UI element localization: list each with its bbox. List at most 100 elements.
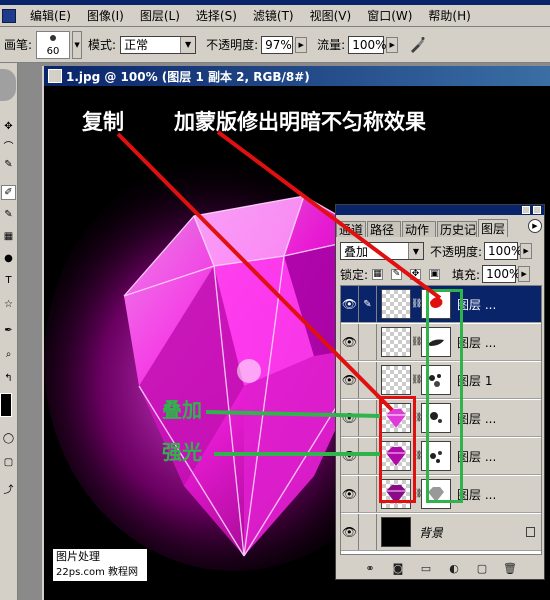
menu-select[interactable]: 选择(S) <box>188 7 245 24</box>
paintbrush-icon[interactable]: ✎ <box>359 286 377 322</box>
brush-size: 60 <box>46 45 60 57</box>
layer-opacity-input[interactable]: 100% <box>484 242 522 260</box>
palette-menu-arrow-icon[interactable]: ▶ <box>528 219 542 233</box>
layer-thumbnail <box>381 289 411 319</box>
menu-filter[interactable]: 滤镜(T) <box>245 7 302 24</box>
opacity-slider-arrow-icon[interactable]: ▶ <box>295 36 308 53</box>
mode-label: 模式: <box>88 38 117 52</box>
toolbox: ✥ ⌒ ✎ ✐ ✎ ▦ ● T ☆ ✒ ⌕ ↰ ◯ ▢ ⤴ <box>0 63 18 600</box>
watermark-line1: 图片处理 <box>56 550 100 563</box>
lock-transparency-icon[interactable]: ▦ <box>372 268 384 280</box>
photoshop-window: 编辑(E) 图像(I) 图层(L) 选择(S) 滤镜(T) 视图(V) 窗口(W… <box>0 0 550 600</box>
link-chain-icon: ⛓ <box>411 299 423 309</box>
slice-tool-icon[interactable]: ✎ <box>1 157 16 172</box>
document-title-bar[interactable]: 1.jpg @ 100% (图层 1 副本 2, RGB/8#) <box>44 66 550 86</box>
eye-icon[interactable]: 👁 <box>341 476 359 512</box>
flow-slider-arrow-icon[interactable]: ▶ <box>386 36 399 53</box>
palette-minimize-icon[interactable] <box>522 206 530 214</box>
annotation-mask: 加蒙版修出明暗不匀称效果 <box>174 110 426 134</box>
eyedropper-tool-icon[interactable]: ✒ <box>1 323 16 338</box>
eye-icon[interactable]: 👁 <box>341 438 359 474</box>
brush-preset-picker[interactable]: 60 <box>36 30 71 59</box>
layer-name: 背景 <box>419 525 444 540</box>
blend-opacity-row: 叠加 ▼ 不透明度: 100% ▶ <box>340 241 542 261</box>
adjustment-layer-icon[interactable]: ◐ <box>447 561 461 575</box>
layer-row-background[interactable]: 👁 背景 <box>341 514 541 551</box>
lock-label: 锁定: <box>340 267 369 282</box>
brush-tool-icon[interactable]: ✐ <box>1 185 16 200</box>
document-title: 1.jpg @ 100% (图层 1 副本 2, RGB/8#) <box>66 69 310 84</box>
eye-icon[interactable]: 👁 <box>341 324 359 360</box>
tab-actions[interactable]: 动作 <box>402 221 436 237</box>
fill-label: 填充: <box>452 267 481 282</box>
menu-image[interactable]: 图像(I) <box>79 7 132 24</box>
tab-layers[interactable]: 图层 <box>478 219 508 237</box>
tab-channels[interactable]: 通道 <box>336 221 366 237</box>
empty-slot[interactable] <box>359 438 377 474</box>
gradient-tool-icon[interactable]: ▦ <box>1 229 16 244</box>
empty-slot[interactable] <box>359 400 377 436</box>
palette-tabs: 通道 路径 动作 历史记 图层 <box>336 217 544 237</box>
type-tool-icon[interactable]: T <box>1 273 16 288</box>
link-layers-icon[interactable]: ⚭ <box>363 561 377 575</box>
lock-pixels-icon[interactable]: ✎ <box>391 268 403 280</box>
brush-tip-icon <box>50 34 57 41</box>
blend-mode-value: 叠加 <box>344 244 369 259</box>
screen-mode-icon[interactable]: ▢ <box>1 455 16 470</box>
empty-slot[interactable] <box>359 324 377 360</box>
tab-history[interactable]: 历史记 <box>437 221 477 237</box>
fill-input[interactable]: 100% <box>482 265 520 283</box>
brush-dropdown-arrow-icon[interactable]: ▼ <box>72 30 83 59</box>
new-layer-icon[interactable]: ▢ <box>475 561 489 575</box>
delete-layer-icon[interactable]: 🗑 <box>503 561 517 575</box>
fill-arrow-icon[interactable]: ▶ <box>518 266 531 282</box>
brush-label: 画笔: <box>4 38 33 52</box>
eye-icon[interactable]: 👁 <box>341 400 359 436</box>
menu-edit[interactable]: 编辑(E) <box>22 7 79 24</box>
empty-slot[interactable] <box>359 514 377 550</box>
flow-input[interactable]: 100% <box>348 35 387 54</box>
move-tool-icon[interactable]: ✥ <box>1 119 16 134</box>
opacity-input[interactable]: 97% <box>261 35 294 54</box>
eye-icon[interactable]: 👁 <box>341 514 359 550</box>
lock-position-icon[interactable]: ✥ <box>410 268 422 280</box>
menu-layer[interactable]: 图层(L) <box>132 7 188 24</box>
palette-title-bar[interactable] <box>336 205 544 215</box>
tab-paths[interactable]: 路径 <box>367 221 401 237</box>
jump-to-imageready-icon[interactable]: ⤴ <box>1 481 16 496</box>
empty-slot[interactable] <box>359 476 377 512</box>
blend-mode-select[interactable]: 叠加 ▼ <box>340 242 424 260</box>
thumbnail-highlight-box <box>379 396 416 503</box>
empty-slot[interactable] <box>359 362 377 398</box>
eye-icon[interactable]: 👁 <box>341 286 359 322</box>
link-chain-icon: ⛓ <box>411 337 423 347</box>
lock-all-icon[interactable]: ▣ <box>429 268 441 280</box>
add-mask-icon[interactable]: ◙ <box>391 561 405 575</box>
flow-label: 流量: <box>317 38 346 52</box>
shape-tool-icon[interactable]: ☆ <box>1 297 16 312</box>
mode-select[interactable]: 正常 ▼ <box>120 35 197 54</box>
swap-colors-icon[interactable]: ↰ <box>1 371 16 386</box>
zoom-tool-icon[interactable]: ⌕ <box>1 347 16 362</box>
dodge-tool-icon[interactable]: ● <box>1 251 16 266</box>
layer-thumbnail <box>381 517 411 547</box>
palette-close-icon[interactable] <box>533 206 541 214</box>
menu-help[interactable]: 帮助(H) <box>420 7 478 24</box>
link-chain-icon: ⛓ <box>411 375 423 385</box>
lasso-tool-icon[interactable]: ⌒ <box>1 138 16 153</box>
standard-mode-icon[interactable]: ◯ <box>1 431 16 446</box>
mask-highlight-box <box>426 289 463 503</box>
history-brush-icon[interactable]: ✎ <box>1 207 16 222</box>
app-icon <box>2 8 16 23</box>
annotation-hardlight: 强光 <box>162 440 202 464</box>
airbrush-icon[interactable] <box>406 34 428 56</box>
menu-view[interactable]: 视图(V) <box>302 7 360 24</box>
layer-opacity-arrow-icon[interactable]: ▶ <box>520 243 533 259</box>
eye-icon[interactable]: 👁 <box>341 362 359 398</box>
palette-button-bar: ⚭ ◙ ▭ ◐ ▢ 🗑 <box>336 557 544 579</box>
foreground-color-swatch[interactable] <box>0 393 12 417</box>
options-bar: 画笔: 60 ▼ 模式: 正常 ▼ 不透明度: 97% ▶ 流量: 100% ▶ <box>0 27 550 63</box>
new-group-icon[interactable]: ▭ <box>419 561 433 575</box>
menu-window[interactable]: 窗口(W) <box>359 7 420 24</box>
layer-opacity-label: 不透明度: <box>430 244 483 259</box>
